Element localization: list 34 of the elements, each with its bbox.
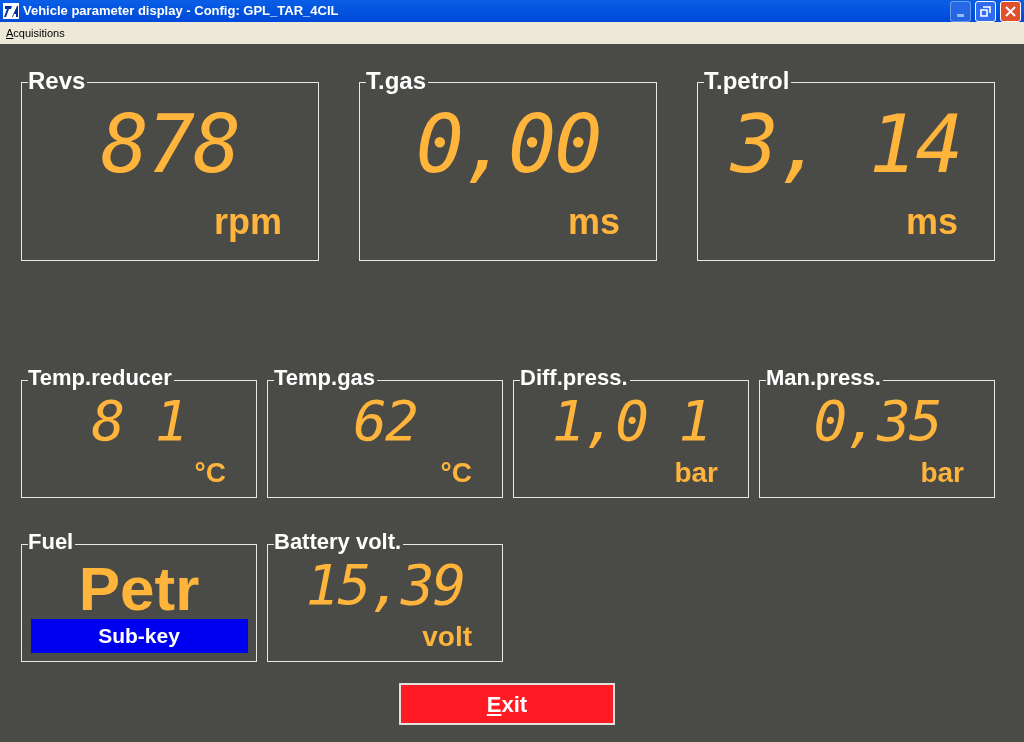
close-button[interactable] [1000, 0, 1021, 22]
gauge-title: Man.press. [766, 367, 883, 389]
digital-readout: 8 1 [91, 393, 187, 449]
gauge-title: Temp.reducer [28, 367, 174, 389]
menu-item[interactable]: Acquisitions [5, 24, 66, 42]
unit-label: °C [440, 459, 472, 487]
digital-readout: 878 [100, 105, 240, 185]
unit-label: ms [567, 204, 620, 240]
unit-label: °C [194, 459, 226, 487]
gauge-title: Temp.gas [274, 367, 378, 389]
unit-label: bar [674, 459, 718, 487]
digital-readout: 0,00 [415, 105, 601, 185]
gauge-title: Diff.press. [520, 367, 630, 389]
window-title: Vehicle parameter display - Config: GPL_TAR_4CIL [23, 2, 340, 21]
digital-readout: 15,39 [305, 557, 465, 613]
unit-label: rpm [214, 204, 282, 240]
unit-label: ms [905, 204, 958, 240]
unit-label: bar [920, 459, 964, 487]
close-icon [1005, 5, 1016, 17]
restore-button[interactable] [975, 0, 996, 22]
unit-label: volt [422, 623, 472, 651]
digital-readout: 1,0 1 [551, 393, 711, 449]
exit-button[interactable]: Exit [399, 683, 615, 725]
fuel-status: Sub-key [30, 619, 248, 653]
minimize-button[interactable] [950, 0, 971, 22]
fuel-readout: Petr [78, 559, 200, 619]
digital-readout: 3, 14 [730, 105, 962, 185]
gauge-title: T.gas [366, 69, 429, 93]
digital-readout: 62 [353, 393, 417, 449]
digital-readout: 0,35 [813, 393, 941, 449]
app-logo-icon [3, 3, 19, 19]
gauge-title: Battery volt. [274, 531, 404, 553]
restore-icon [980, 5, 991, 17]
gauge-title: T.petrol [704, 69, 792, 93]
